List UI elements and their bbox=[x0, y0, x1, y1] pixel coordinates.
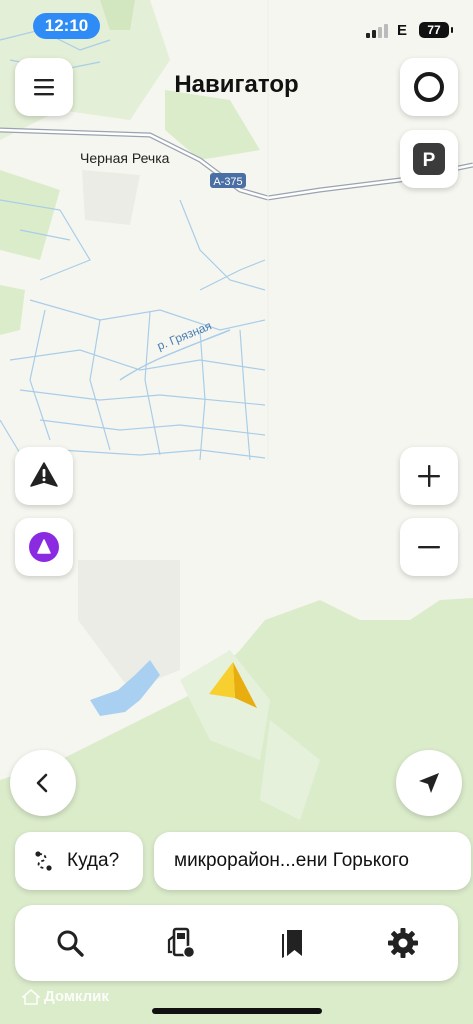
status-bar: 12:10 E 77 bbox=[0, 0, 473, 52]
settings-icon bbox=[387, 928, 418, 958]
current-location-label: микрорайон...ени Горького bbox=[174, 850, 409, 871]
bookmarks-button[interactable] bbox=[262, 913, 322, 973]
watermark-text: Домклик bbox=[44, 988, 109, 1005]
fuel-icon bbox=[168, 927, 196, 959]
menu-button[interactable] bbox=[15, 58, 73, 116]
where-to-label: Куда? bbox=[67, 850, 120, 871]
plus-icon bbox=[418, 465, 440, 487]
my-location-button[interactable] bbox=[396, 750, 462, 816]
road-number-label: А-375 bbox=[213, 176, 242, 188]
location-arrow-icon bbox=[419, 773, 439, 793]
zoom-out-button[interactable] bbox=[400, 518, 458, 576]
report-incident-button[interactable] bbox=[15, 447, 73, 505]
search-button[interactable] bbox=[40, 913, 100, 973]
signal-icon bbox=[366, 24, 388, 38]
zoom-in-button[interactable] bbox=[400, 447, 458, 505]
battery-icon: 77 bbox=[419, 22, 453, 38]
house-icon bbox=[22, 988, 40, 1005]
parking-icon: P bbox=[413, 143, 445, 175]
network-type: E bbox=[397, 22, 408, 39]
settings-button[interactable] bbox=[373, 913, 433, 973]
alice-assistant-button[interactable] bbox=[15, 518, 73, 576]
current-location-chip[interactable]: микрорайон...ени Горького bbox=[154, 832, 471, 890]
navigation-cursor-icon bbox=[209, 662, 257, 708]
search-icon bbox=[57, 930, 85, 957]
bottom-nav-bar bbox=[15, 905, 458, 981]
battery-level: 77 bbox=[427, 23, 441, 37]
route-icon bbox=[35, 851, 52, 871]
village-label: Черная Речка bbox=[80, 150, 170, 166]
watermark: Домклик bbox=[22, 988, 109, 1005]
chevron-left-icon bbox=[36, 773, 48, 793]
hamburger-icon bbox=[34, 79, 54, 96]
ring-icon bbox=[414, 72, 444, 102]
parking-button[interactable]: P bbox=[400, 130, 458, 188]
bookmarks-icon bbox=[281, 930, 302, 958]
where-to-button[interactable]: Куда? bbox=[15, 832, 143, 890]
warning-icon bbox=[30, 462, 58, 487]
back-button[interactable] bbox=[10, 750, 76, 816]
alice-icon bbox=[29, 532, 59, 562]
minus-icon bbox=[418, 546, 440, 549]
status-time: 12:10 bbox=[33, 13, 100, 39]
home-indicator[interactable] bbox=[152, 1008, 322, 1014]
profile-button[interactable] bbox=[400, 58, 458, 116]
fuel-button[interactable] bbox=[151, 913, 211, 973]
svg-text:P: P bbox=[423, 150, 436, 171]
